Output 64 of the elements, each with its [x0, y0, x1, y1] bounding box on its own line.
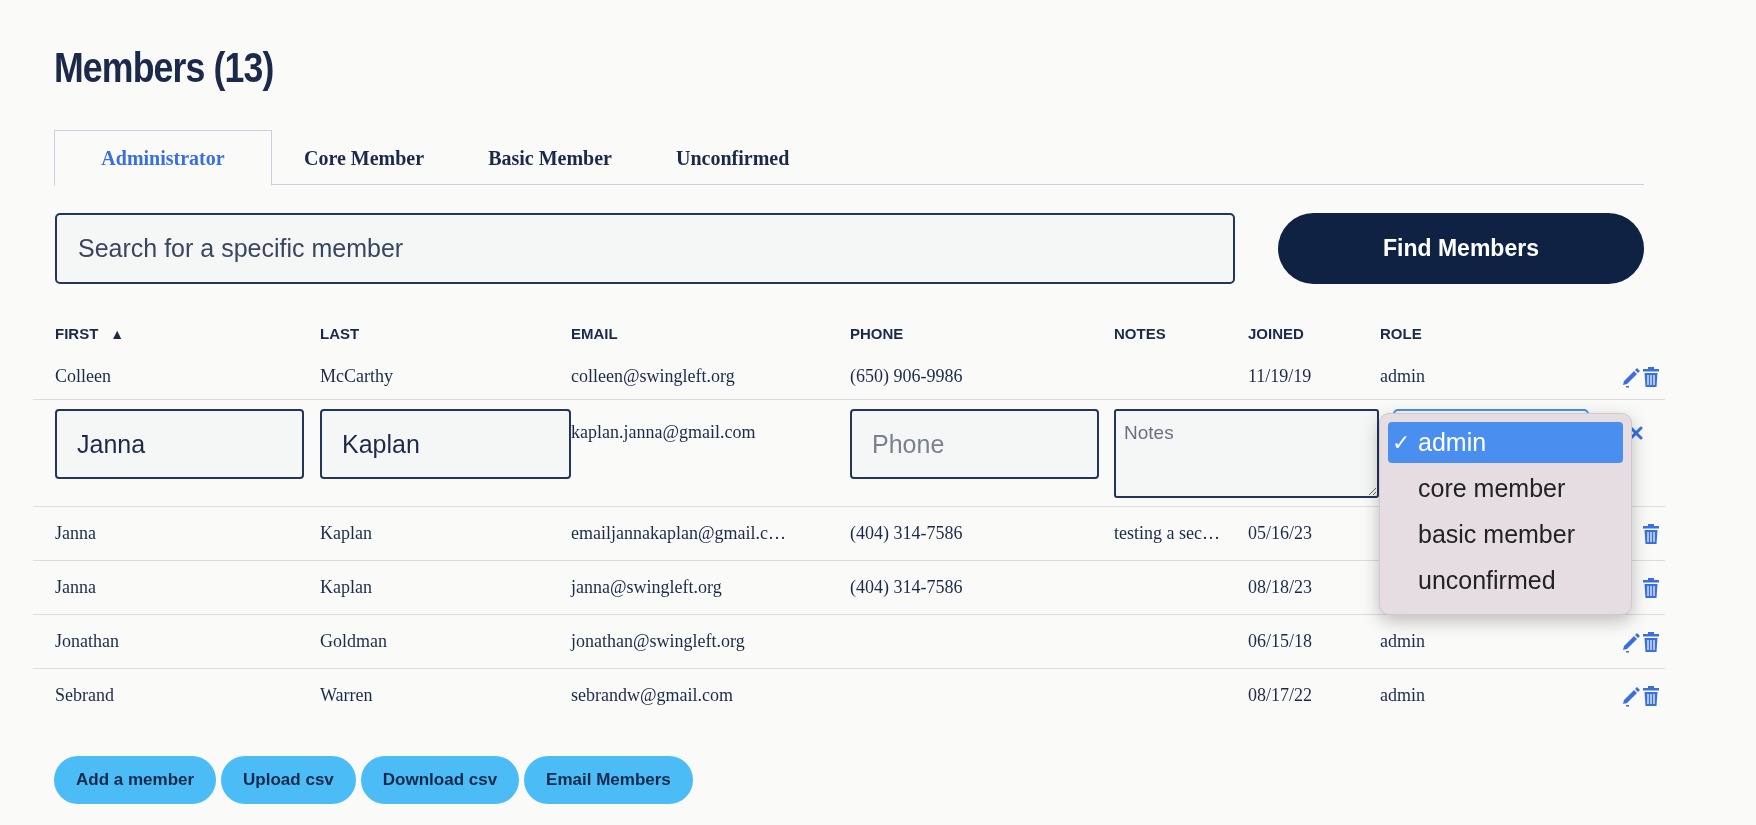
find-members-button[interactable]: Find Members: [1278, 213, 1644, 284]
table-cell: (650) 906-9986: [850, 366, 963, 386]
delete-icon[interactable]: [1642, 684, 1660, 707]
column-header[interactable]: ROLE: [1380, 322, 1422, 346]
delete-icon[interactable]: [1642, 522, 1660, 545]
phone-field[interactable]: Phone: [850, 409, 1099, 479]
role-tab[interactable]: Core Member: [272, 130, 457, 185]
table-cell: jonathan@swingleft.org: [571, 631, 745, 651]
table-cell: janna@swingleft.org: [571, 577, 722, 597]
table-cell: Jonathan: [55, 631, 119, 651]
delete-icon[interactable]: [1642, 630, 1660, 653]
column-header[interactable]: PHONE: [850, 322, 904, 346]
column-header[interactable]: NOTES: [1114, 322, 1166, 346]
menu-option[interactable]: unconfirmed: [1388, 560, 1623, 601]
table-cell: Warren: [320, 685, 373, 705]
column-header[interactable]: LAST: [320, 322, 360, 346]
role-tab[interactable]: Unconfirmed: [644, 130, 822, 185]
menu-option[interactable]: basic member: [1388, 514, 1623, 555]
table-cell: Kaplan: [320, 577, 372, 597]
close-icon[interactable]: [1629, 426, 1643, 440]
table-cell: admin: [1380, 366, 1425, 386]
table-cell: 06/15/18: [1248, 631, 1312, 651]
page-title: Members (13): [54, 44, 274, 92]
sort-indicator[interactable]: ▲: [110, 323, 125, 345]
table-cell: Sebrand: [55, 685, 114, 705]
edit-icon[interactable]: [1621, 630, 1641, 653]
action-button[interactable]: Add a member: [54, 756, 217, 804]
table-cell: admin: [1380, 685, 1425, 705]
table-cell: Colleen: [55, 366, 111, 386]
edit-icon[interactable]: [1621, 684, 1641, 707]
action-button[interactable]: Upload csv: [221, 756, 356, 804]
table-cell: Goldman: [320, 631, 387, 651]
notes-field[interactable]: Notes: [1114, 409, 1379, 498]
table-cell: Janna: [55, 523, 96, 543]
role-tab[interactable]: Basic Member: [456, 130, 644, 185]
table-cell: McCarthy: [320, 366, 393, 386]
delete-icon[interactable]: [1642, 365, 1660, 388]
table-cell: testing a sec…: [1114, 523, 1220, 543]
search-field[interactable]: Search for a specific member: [55, 213, 1235, 284]
action-button[interactable]: Email Members: [524, 756, 693, 804]
column-header[interactable]: JOINED: [1248, 322, 1304, 346]
edit-icon[interactable]: [1621, 365, 1641, 388]
column-header[interactable]: EMAIL: [571, 322, 618, 346]
table-cell: 11/19/19: [1248, 366, 1312, 386]
menu-option[interactable]: core member: [1388, 468, 1623, 509]
action-button[interactable]: Download csv: [360, 756, 520, 804]
table-cell: (404) 314-7586: [850, 523, 963, 543]
table-cell: (404) 314-7586: [850, 577, 963, 597]
column-header[interactable]: FIRST: [55, 322, 99, 346]
table-cell: Janna: [55, 577, 96, 597]
role-tab[interactable]: Administrator: [54, 130, 272, 186]
table-cell: emailjannakaplan@gmail.c…: [571, 523, 786, 543]
table-cell: colleen@swingleft.org: [571, 366, 735, 386]
table-cell: admin: [1380, 631, 1425, 651]
table-cell: 08/17/22: [1248, 685, 1312, 705]
table-cell: 08/18/23: [1248, 577, 1312, 597]
first-name-field[interactable]: Janna: [55, 409, 304, 479]
last-name-field[interactable]: Kaplan: [320, 409, 571, 479]
role-menu[interactable]: ✓ admin core member basic member unconfirmed: [1379, 413, 1632, 615]
table-cell: sebrandw@gmail.com: [571, 685, 734, 705]
table-cell: Kaplan: [320, 523, 372, 543]
delete-icon[interactable]: [1642, 576, 1660, 599]
table-cell: 05/16/23: [1248, 523, 1312, 543]
table-cell: kaplan.janna@gmail.com: [571, 422, 756, 442]
